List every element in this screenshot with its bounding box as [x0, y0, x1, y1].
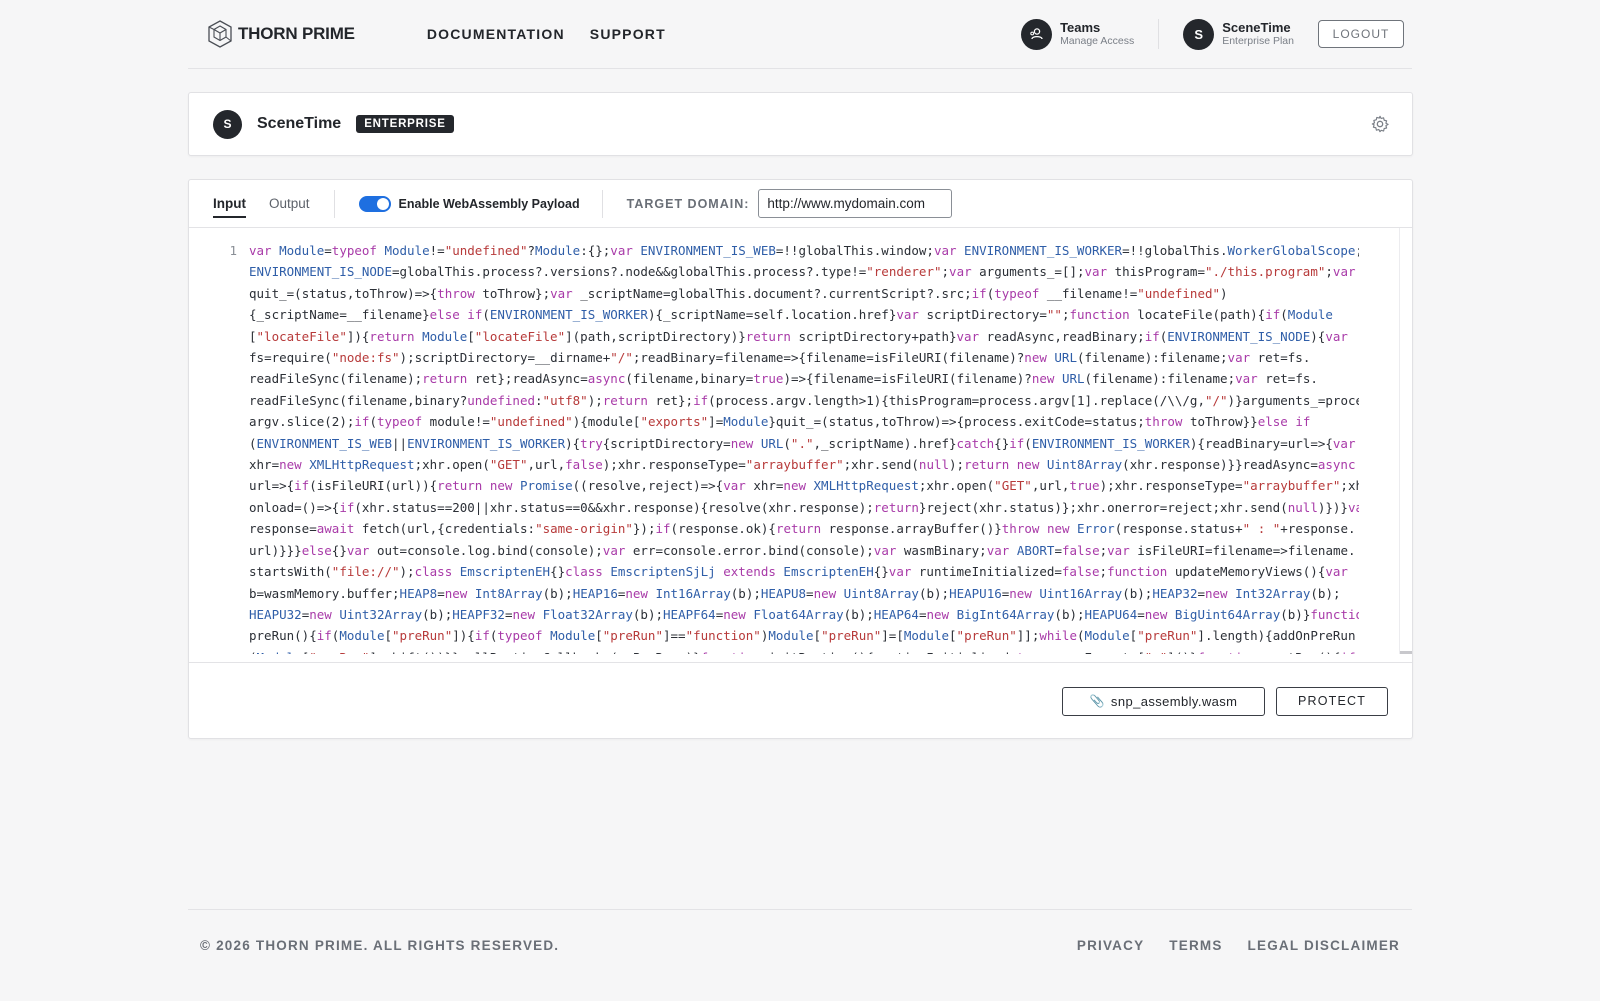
project-name: SceneTime	[257, 115, 342, 132]
main-nav: DOCUMENTATION SUPPORT	[427, 26, 666, 42]
upload-file-button[interactable]: 📎 snp_assembly.wasm	[1062, 686, 1265, 716]
line-numbers: 1	[189, 240, 237, 261]
teams-subtitle: Manage Access	[1060, 35, 1135, 48]
code-line: fs=require("node:fs");scriptDirectory=__…	[249, 350, 1311, 366]
paperclip-icon: 📎	[1089, 694, 1105, 708]
toolbar-divider	[333, 189, 335, 218]
code-line: xhr=new XMLHttpRequest;xhr.open("GET",ur…	[249, 457, 1356, 473]
code-line: response=await fetch(url,{credentials:"s…	[249, 521, 1356, 537]
teams-title: Teams	[1060, 19, 1101, 35]
horizontal-scrollbar[interactable]	[1400, 651, 1412, 654]
top-navigation: THORN PRIME DOCUMENTATION SUPPORT Teams …	[188, 0, 1412, 69]
code-line: preRun(){if(Module["preRun"]){if(typeof …	[249, 628, 1356, 644]
code-line: (ENVIRONMENT_IS_WEB||ENVIRONMENT_IS_WORK…	[249, 435, 1356, 451]
code-line: (Module["preRun"].shift())}}callRuntimeC…	[249, 647, 1359, 654]
footer-link-legal-disclaimer[interactable]: LEGAL DISCLAIMER	[1248, 938, 1400, 953]
editor-actions: 📎 snp_assembly.wasm PROTECT	[189, 662, 1412, 739]
code-line: ["locateFile"]){return Module["locateFil…	[249, 328, 1348, 344]
code-line: b=wasmMemory.buffer;HEAP8=new Int8Array(…	[249, 585, 1341, 601]
editor-card: Input Output Enable WebAssembly Payload …	[188, 179, 1413, 739]
header-divider	[1158, 19, 1160, 49]
page-footer: © 2026 THORN PRIME. ALL RIGHTS RESERVED.…	[188, 909, 1412, 1001]
code-content[interactable]: var Module=typeof Module!="undefined"?Mo…	[249, 240, 1359, 654]
code-line: var Module=typeof Module!="undefined"?Mo…	[249, 243, 1359, 258]
code-line: readFileSync(filename,binary?undefined:"…	[249, 392, 1359, 408]
account-menu[interactable]: S SceneTime Enterprise Plan	[1183, 18, 1294, 50]
nav-documentation[interactable]: DOCUMENTATION	[427, 26, 565, 42]
tab-input[interactable]: Input	[213, 180, 246, 227]
code-line: {_scriptName=__filename}else if(ENVIRONM…	[249, 307, 1333, 323]
plan-badge: ENTERPRISE	[356, 115, 454, 133]
toolbar-divider-2	[601, 189, 603, 218]
brand-logo[interactable]: THORN PRIME	[206, 19, 355, 49]
footer-links: PRIVACY TERMS LEGAL DISCLAIMER	[1077, 938, 1400, 953]
protect-button[interactable]: PROTECT	[1276, 686, 1388, 716]
user-group-icon	[1021, 18, 1053, 50]
account-avatar: S	[1183, 18, 1215, 50]
file-name: snp_assembly.wasm	[1110, 693, 1238, 709]
code-line: ENVIRONMENT_IS_NODE=globalThis.process?.…	[249, 264, 1356, 280]
gear-icon[interactable]	[1370, 114, 1390, 134]
hexagon-cube-icon	[208, 20, 232, 48]
code-line: HEAPU32=new Uint32Array(b);HEAPF32=new F…	[249, 606, 1359, 622]
account-plan: Enterprise Plan	[1222, 35, 1294, 48]
copyright-text: © 2026 THORN PRIME. ALL RIGHTS RESERVED.	[200, 938, 560, 953]
account-name: SceneTime	[1222, 19, 1291, 35]
webassembly-toggle-label: Enable WebAssembly Payload	[398, 196, 580, 211]
project-avatar: S	[213, 109, 242, 139]
target-domain-input[interactable]	[758, 189, 953, 218]
webassembly-toggle[interactable]	[358, 195, 391, 212]
footer-link-terms[interactable]: TERMS	[1169, 938, 1222, 953]
vertical-scrollbar[interactable]	[1399, 228, 1412, 654]
code-line: startsWith("file://");class EmscriptenEH…	[249, 564, 1348, 580]
project-header-card: S SceneTime ENTERPRISE	[188, 92, 1413, 156]
footer-link-privacy[interactable]: PRIVACY	[1077, 938, 1144, 953]
code-line: readFileSync(filename);return ret};readA…	[249, 371, 1318, 387]
header-actions: Teams Manage Access S SceneTime Enterpri…	[1021, 0, 1412, 68]
code-editor[interactable]: 1 var Module=typeof Module!="undefined"?…	[189, 228, 1412, 654]
logout-button[interactable]: LOGOUT	[1318, 20, 1404, 48]
code-line: quit_=(status,toThrow)=>{throw toThrow};…	[249, 285, 1228, 301]
nav-support[interactable]: SUPPORT	[590, 26, 666, 42]
code-line: onload=()=>{if(xhr.status==200||xhr.stat…	[249, 499, 1359, 515]
code-line: url=>{if(isFileURI(url)){return new Prom…	[249, 478, 1359, 494]
tab-output[interactable]: Output	[269, 180, 310, 227]
brand-name: THORN PRIME	[238, 24, 355, 43]
target-domain-label: TARGET DOMAIN:	[626, 196, 750, 211]
code-line: argv.slice(2);if(typeof module!="undefin…	[249, 414, 1311, 430]
teams-menu[interactable]: Teams Manage Access	[1021, 18, 1135, 50]
line-number: 1	[229, 243, 237, 258]
code-line: url)}}}else{}var out=console.log.bind(co…	[249, 542, 1356, 558]
editor-toolbar: Input Output Enable WebAssembly Payload …	[189, 180, 1412, 228]
